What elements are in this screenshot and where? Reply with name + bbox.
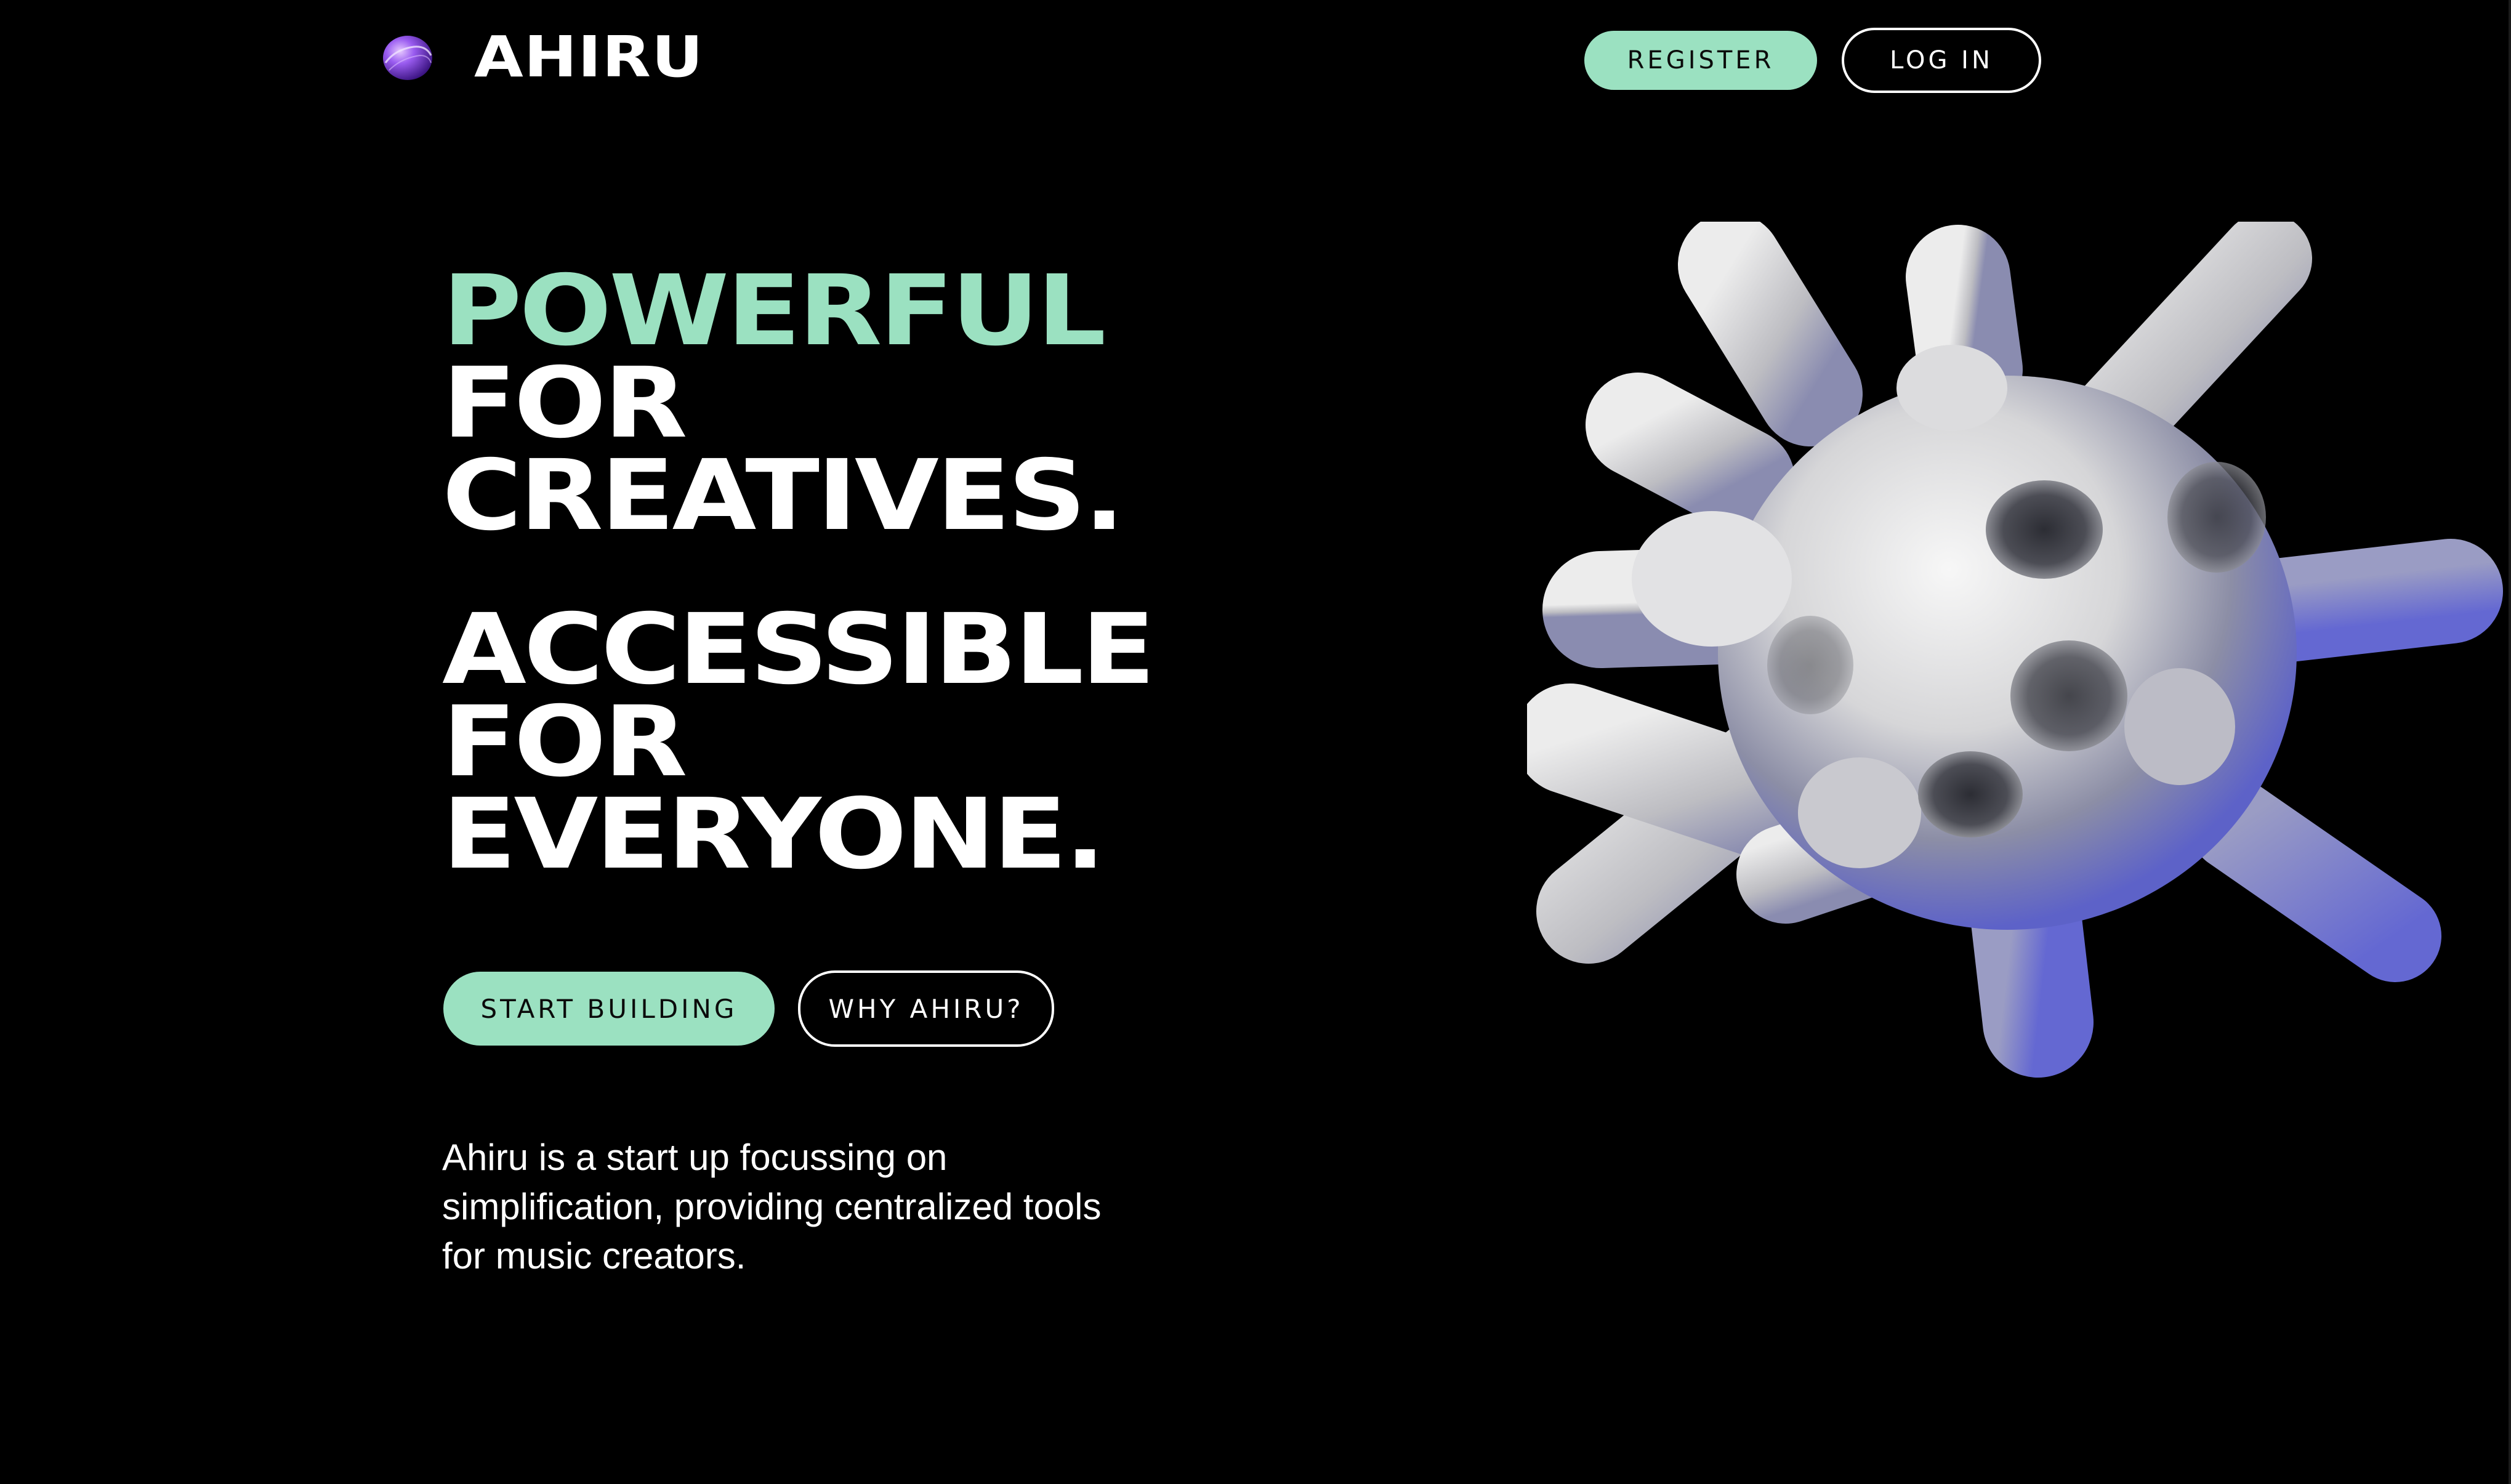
- start-building-button[interactable]: START BUILDING: [443, 972, 775, 1046]
- headline-accessible: ACCESSIBLE FOR EVERYONE.: [442, 593, 1156, 891]
- hero-description: Ahiru is a start up focussing on simplif…: [442, 1137, 1102, 1276]
- why-ahiru-button[interactable]: WHY AHIRU?: [798, 970, 1054, 1047]
- headline-line: FOR: [442, 685, 688, 799]
- headline-line: EVERYONE.: [442, 778, 1106, 891]
- landing-page: AHIRU REGISTER LOG IN POWERFUL FOR CREAT…: [0, 0, 2511, 1484]
- brand-name[interactable]: AHIRU: [474, 23, 704, 91]
- headline-line: ACCESSIBLE: [442, 593, 1156, 706]
- headline-powerful: POWERFUL FOR CREATIVES.: [442, 254, 1125, 552]
- headline-line: POWERFUL: [442, 254, 1106, 368]
- frame-edge: [2509, 0, 2511, 1484]
- virus-blob-illustration: [1527, 222, 2503, 1078]
- headline-line: CREATIVES.: [442, 439, 1125, 552]
- login-button[interactable]: LOG IN: [1842, 28, 2041, 93]
- sphere-logo-icon[interactable]: [377, 31, 436, 84]
- register-button[interactable]: REGISTER: [1584, 31, 1817, 90]
- headline-line: FOR: [442, 347, 688, 460]
